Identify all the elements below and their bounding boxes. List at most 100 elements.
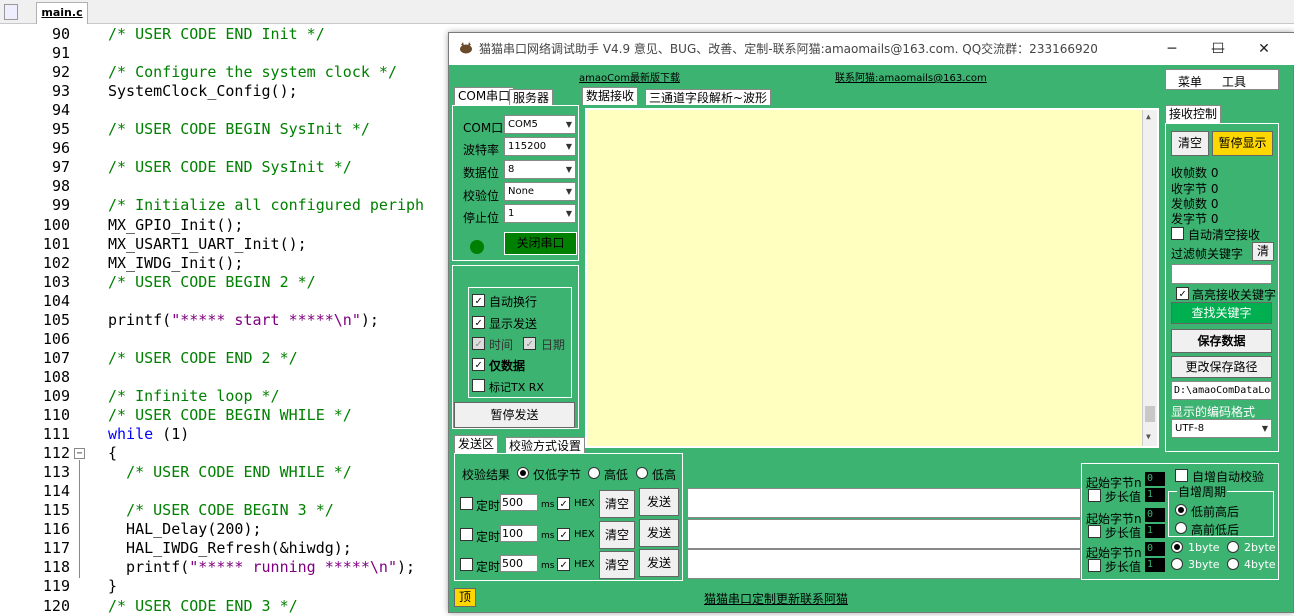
- code-line[interactable]: MX_IWDG_Init();: [108, 254, 243, 273]
- code-line[interactable]: printf("***** running *****\n");: [108, 558, 415, 577]
- hex-checkbox[interactable]: ✓: [557, 558, 570, 571]
- date-checkbox[interactable]: ✓: [523, 337, 536, 350]
- 1byte-radio[interactable]: [1171, 541, 1183, 553]
- pause-send-button[interactable]: 暂停发送: [454, 402, 575, 428]
- code-line[interactable]: /* Infinite loop */: [108, 387, 280, 406]
- send-textarea[interactable]: [687, 519, 1081, 549]
- timer-ms-input[interactable]: 500: [500, 555, 538, 572]
- auto-clear-checkbox[interactable]: [1171, 227, 1184, 240]
- tab-data-receive[interactable]: 数据接收: [582, 87, 639, 105]
- tab-send-area[interactable]: 发送区: [454, 435, 499, 453]
- encoding-select[interactable]: UTF-8 ▼: [1171, 419, 1272, 438]
- code-line[interactable]: HAL_Delay(200);: [108, 520, 261, 539]
- hex-checkbox[interactable]: ✓: [557, 497, 570, 510]
- code-line[interactable]: MX_GPIO_Init();: [108, 216, 243, 235]
- data-only-checkbox[interactable]: ✓: [472, 358, 485, 371]
- send-textarea[interactable]: [687, 488, 1081, 518]
- code-line[interactable]: /* USER CODE BEGIN WHILE */: [108, 406, 352, 425]
- tab-checksum-settings[interactable]: 校验方式设置: [505, 437, 586, 453]
- timer-ms-input[interactable]: 100: [500, 525, 538, 542]
- tools-button[interactable]: 工具: [1222, 73, 1246, 90]
- start-byte-input[interactable]: 0: [1145, 542, 1165, 556]
- clear-send-button[interactable]: 清空: [599, 521, 635, 549]
- checksum-high-low-radio[interactable]: [588, 467, 600, 479]
- checksum-low-byte-radio[interactable]: [517, 467, 529, 479]
- scroll-up-icon[interactable]: ▲: [1146, 112, 1151, 121]
- 4byte-radio[interactable]: [1227, 558, 1239, 570]
- timer-checkbox[interactable]: [460, 528, 473, 541]
- code-line[interactable]: /* USER CODE END SysInit */: [108, 158, 352, 177]
- checksum-low-high-radio[interactable]: [636, 467, 648, 479]
- mark-txrx-checkbox[interactable]: [472, 379, 485, 392]
- save-path-input[interactable]: D:\amaoComDataLo: [1171, 381, 1272, 400]
- code-line[interactable]: SystemClock_Config();: [108, 82, 298, 101]
- fold-collapse-icon[interactable]: −: [74, 448, 85, 460]
- close-port-button[interactable]: 关闭串口: [504, 232, 577, 255]
- save-data-button[interactable]: 保存数据: [1171, 329, 1272, 353]
- 3byte-radio[interactable]: [1171, 558, 1183, 570]
- scroll-down-icon[interactable]: ▼: [1146, 432, 1151, 441]
- high-first-radio[interactable]: [1175, 522, 1187, 534]
- code-line[interactable]: /* Initialize all configured periph: [108, 196, 424, 215]
- baud-select[interactable]: 115200 ▼: [504, 137, 576, 156]
- code-line[interactable]: printf("***** start *****\n");: [108, 311, 379, 330]
- code-line[interactable]: HAL_IWDG_Refresh(&hiwdg);: [108, 539, 352, 558]
- code-line[interactable]: /* Configure the system clock */: [108, 63, 397, 82]
- hex-checkbox[interactable]: ✓: [557, 528, 570, 541]
- contact-link[interactable]: 联系阿猫:amaomails@163.com: [835, 69, 987, 84]
- send-textarea[interactable]: [687, 549, 1081, 579]
- stopbits-select[interactable]: 1 ▼: [504, 204, 576, 223]
- filter-clear-button[interactable]: 清: [1252, 242, 1274, 261]
- port-select[interactable]: COM5 ▼: [504, 115, 576, 134]
- send-button[interactable]: 发送: [639, 549, 679, 577]
- code-line[interactable]: MX_USART1_UART_Init();: [108, 235, 307, 254]
- send-button[interactable]: 发送: [639, 519, 679, 547]
- code-line[interactable]: /* USER CODE END WHILE */: [108, 463, 352, 482]
- clear-send-button[interactable]: 清空: [599, 551, 635, 579]
- scroll-thumb[interactable]: [1145, 406, 1155, 422]
- auto-wrap-checkbox[interactable]: ✓: [472, 294, 485, 307]
- show-send-checkbox[interactable]: ✓: [472, 316, 485, 329]
- tab-com-port[interactable]: COM串口: [454, 87, 515, 105]
- tab-three-channel[interactable]: 三通道字段解析~波形: [645, 89, 772, 105]
- step-input[interactable]: 1: [1145, 558, 1165, 572]
- databits-select[interactable]: 8 ▼: [504, 160, 576, 179]
- low-first-radio[interactable]: [1175, 504, 1187, 516]
- start-byte-input[interactable]: 0: [1145, 508, 1165, 522]
- footer-link[interactable]: 猫猫串口定制更新联系阿猫: [704, 590, 848, 607]
- change-path-button[interactable]: 更改保存路径: [1171, 356, 1272, 378]
- time-checkbox[interactable]: ✓: [472, 337, 485, 350]
- code-line[interactable]: {: [108, 444, 117, 463]
- step-input[interactable]: 1: [1145, 488, 1165, 502]
- 2byte-radio[interactable]: [1227, 541, 1239, 553]
- timer-ms-input[interactable]: 500: [500, 494, 538, 511]
- receive-scrollbar[interactable]: ▲ ▼: [1142, 110, 1157, 446]
- code-line[interactable]: /* USER CODE END Init */: [108, 25, 325, 44]
- code-line[interactable]: /* USER CODE END 2 */: [108, 349, 298, 368]
- code-line[interactable]: while (1): [108, 425, 189, 444]
- timer-checkbox[interactable]: [460, 497, 473, 510]
- code-line[interactable]: /* USER CODE BEGIN 2 */: [108, 273, 316, 292]
- download-link[interactable]: amaoCom最新版下载: [579, 69, 680, 84]
- code-line[interactable]: /* USER CODE BEGIN 3 */: [108, 501, 334, 520]
- step-checkbox[interactable]: [1088, 525, 1101, 538]
- timer-checkbox[interactable]: [460, 558, 473, 571]
- highlight-checkbox[interactable]: ✓: [1176, 287, 1189, 300]
- step-checkbox[interactable]: [1088, 559, 1101, 572]
- clear-receive-button[interactable]: 清空: [1171, 131, 1209, 156]
- receive-textarea[interactable]: ▲ ▼: [585, 108, 1159, 448]
- start-byte-input[interactable]: 0: [1145, 472, 1165, 486]
- tab-main-c[interactable]: main.c: [36, 2, 88, 24]
- clear-send-button[interactable]: 清空: [599, 490, 635, 518]
- code-line[interactable]: /* USER CODE BEGIN SysInit */: [108, 120, 370, 139]
- step-input[interactable]: 1: [1145, 524, 1165, 538]
- send-button[interactable]: 发送: [639, 488, 679, 516]
- topmost-button[interactable]: 顶: [454, 588, 476, 607]
- maximize-button[interactable]: ☐: [1195, 33, 1241, 65]
- filter-input[interactable]: [1171, 264, 1272, 284]
- parity-select[interactable]: None ▼: [504, 182, 576, 201]
- menu-button[interactable]: 菜单: [1178, 73, 1202, 90]
- step-checkbox[interactable]: [1088, 489, 1101, 502]
- find-keyword-button[interactable]: 查找关键字: [1171, 302, 1272, 324]
- minimize-button[interactable]: ─: [1149, 33, 1195, 65]
